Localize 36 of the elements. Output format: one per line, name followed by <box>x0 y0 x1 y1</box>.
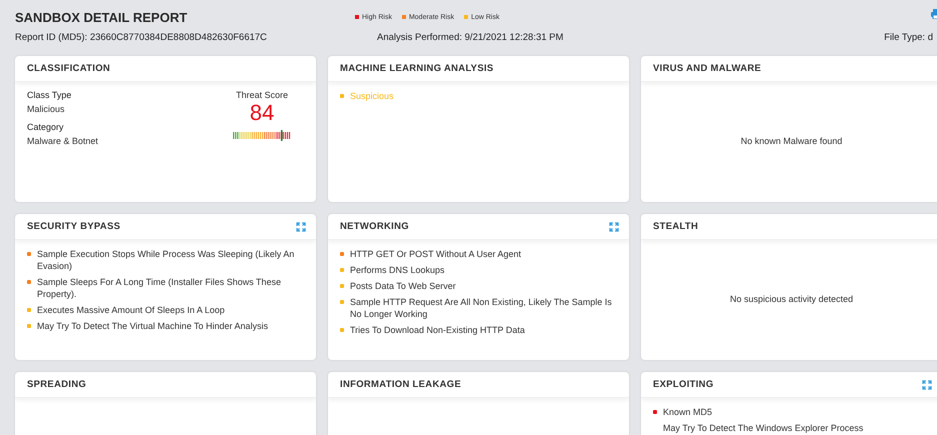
finding-text: May Try To Detect The Virtual Machine To Hinder Analysis <box>37 320 268 332</box>
finding-text: Sample HTTP Request Are All Non Existing, Likely The Sample Is No Longer Working <box>350 296 613 320</box>
finding-text: Sample Sleeps For A Long Time (Installer Files Shows These Property). <box>37 276 282 300</box>
card-title: CLASSIFICATION <box>27 63 110 74</box>
card-title: NETWORKING <box>340 221 409 232</box>
finding-text: Tries To Download Non-Existing HTTP Data <box>350 324 525 336</box>
finding-text: Known MD5 <box>663 406 712 418</box>
finding-text: Performs DNS Lookups <box>350 264 445 276</box>
field-value: Malware & Botnet <box>27 136 98 146</box>
file-type: File Type: d <box>884 32 933 43</box>
finding-text: Executes Massive Amount Of Sleeps In A Loop <box>37 304 225 316</box>
threat-score: 84 <box>250 100 274 126</box>
card-title: INFORMATION LEAKAGE <box>340 379 462 390</box>
score-label: Threat Score <box>236 90 288 100</box>
expand-icon[interactable] <box>296 222 306 232</box>
finding-text: Suspicious <box>350 90 394 102</box>
finding-text: Posts Data To Web Server <box>350 280 456 292</box>
expand-icon[interactable] <box>609 222 619 232</box>
report-id: Report ID (MD5): 23660C8770384DE8808D482630F6617C <box>15 32 268 43</box>
empty-message: No known Malware found <box>740 136 842 146</box>
finding-text: Sample Execution Stops While Process Was Sleeping (Likely An Evasion) <box>37 248 296 272</box>
report-title: SANDBOX DETAIL REPORT <box>15 10 188 24</box>
card-title: MACHINE LEARNING ANALYSIS <box>340 63 494 74</box>
card-title: EXPLOITING <box>653 379 714 390</box>
expand-icon[interactable] <box>922 380 932 390</box>
card-title: VIRUS AND MALWARE <box>653 63 762 74</box>
field-label: Category <box>27 122 65 132</box>
finding-text: HTTP GET Or POST Without A User Agent <box>350 248 522 260</box>
field-value: Malicious <box>27 104 66 114</box>
card-title: STEALTH <box>653 221 698 232</box>
card-title: SECURITY BYPASS <box>27 221 120 232</box>
analysis-date: Analysis Performed: 9/21/2021 12:28:31 PM <box>377 32 564 43</box>
field-label: Class Type <box>27 90 72 100</box>
finding-text: May Try To Detect The Windows Explorer Process <box>663 422 864 434</box>
card-title: SPREADING <box>27 379 86 390</box>
empty-message: No suspicious activity detected <box>730 294 854 304</box>
